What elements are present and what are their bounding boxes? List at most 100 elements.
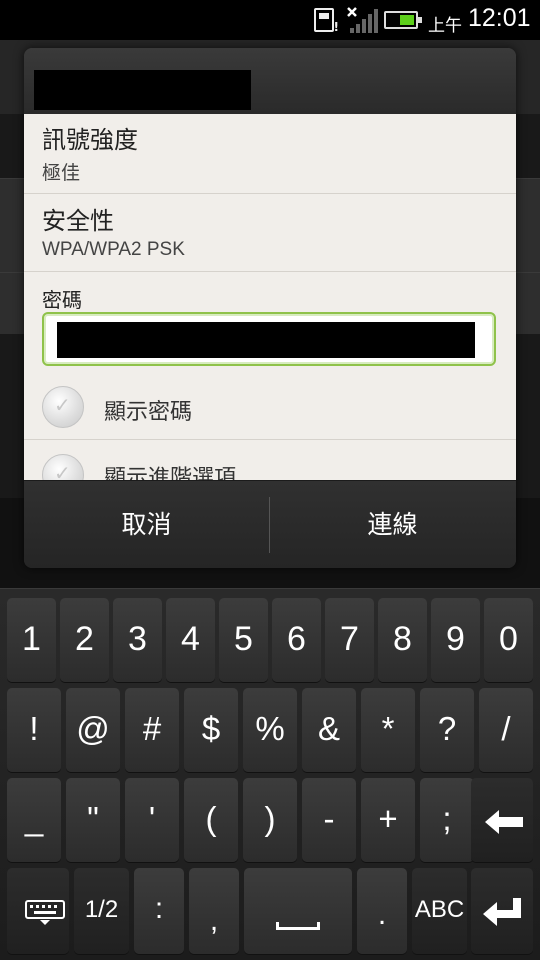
abc-key[interactable]: ABC [412, 868, 467, 954]
key-label: ! [29, 710, 39, 747]
status-ampm: 上午 [428, 16, 462, 36]
key-label: * [381, 710, 395, 747]
dialog-body: 訊號強度 極佳 安全性 WPA/WPA2 PSK 密碼 顯示密碼 顯示進階選項 [24, 114, 516, 480]
key-exclamation[interactable]: ! [7, 688, 61, 772]
key-0[interactable]: 0 [484, 598, 533, 682]
key-label: : [154, 892, 164, 925]
key-3[interactable]: 3 [113, 598, 162, 682]
security-label: 安全性 [42, 207, 114, 235]
key-label: 1 [22, 620, 41, 658]
password-label: 密碼 [42, 288, 82, 312]
key-1[interactable]: 1 [7, 598, 56, 682]
key-label: ABC [414, 896, 465, 923]
show-password-checkbox-row[interactable]: 顯示密碼 [24, 376, 516, 440]
signal-strength-label: 訊號強度 [42, 126, 138, 154]
advanced-options-checkbox-row[interactable]: 顯示進階選項 [24, 444, 516, 480]
security-value: WPA/WPA2 PSK [42, 239, 185, 260]
key-label: $ [201, 710, 221, 747]
key-label: 3 [128, 620, 147, 658]
key-5[interactable]: 5 [219, 598, 268, 682]
key-at[interactable]: @ [66, 688, 120, 772]
key-2[interactable]: 2 [60, 598, 109, 682]
space-key[interactable] [244, 868, 352, 954]
dialog-button-bar: 取消 連線 [24, 480, 516, 568]
key-label: , [209, 904, 219, 937]
key-label: 6 [287, 620, 306, 658]
keyboard-settings-icon [25, 900, 65, 925]
key-9[interactable]: 9 [431, 598, 480, 682]
backspace-key[interactable] [471, 778, 533, 862]
key-4[interactable]: 4 [166, 598, 215, 682]
key-minus[interactable]: - [302, 778, 356, 862]
key-label: & [317, 710, 340, 747]
key-dollar[interactable]: $ [184, 688, 238, 772]
keyboard-settings-key[interactable] [7, 868, 69, 954]
key-label: 8 [393, 620, 412, 658]
key-label: 0 [499, 620, 518, 658]
key-8[interactable]: 8 [378, 598, 427, 682]
wifi-connect-dialog: 訊號強度 極佳 安全性 WPA/WPA2 PSK 密碼 顯示密碼 顯示進階選項 … [24, 48, 516, 568]
key-hash[interactable]: # [125, 688, 179, 772]
key-label: 4 [181, 620, 200, 658]
network-name-redacted [34, 70, 251, 110]
key-colon[interactable]: : [134, 868, 184, 954]
key-6[interactable]: 6 [272, 598, 321, 682]
key-label: # [142, 710, 162, 747]
connect-button[interactable]: 連線 [270, 481, 515, 568]
show-password-label: 顯示密碼 [104, 400, 193, 425]
key-label: ' [148, 800, 156, 837]
key-comma[interactable]: , [189, 868, 239, 954]
key-label: - [323, 800, 335, 837]
key-label: @ [76, 710, 110, 747]
key-period[interactable]: . [357, 868, 407, 954]
key-slash[interactable]: / [479, 688, 533, 772]
status-bar: 上午 12:01 [0, 0, 540, 40]
key-question[interactable]: ? [420, 688, 474, 772]
space-icon [276, 922, 320, 930]
password-input[interactable] [42, 312, 496, 366]
key-label: 7 [340, 620, 359, 658]
enter-icon [483, 898, 521, 926]
key-label: ; [442, 800, 452, 837]
key-label: " [87, 800, 99, 837]
key-7[interactable]: 7 [325, 598, 374, 682]
key-percent[interactable]: % [243, 688, 297, 772]
battery-icon [384, 11, 422, 29]
no-signal-icon [347, 7, 378, 33]
key-semicolon[interactable]: ; [420, 778, 474, 862]
advanced-options-checkbox[interactable] [42, 454, 84, 480]
sd-card-warning-icon [314, 8, 339, 34]
signal-strength-row: 訊號強度 極佳 [24, 114, 516, 194]
key-label: % [255, 710, 285, 747]
key-label: ? [437, 710, 457, 747]
enter-key[interactable] [471, 868, 533, 954]
key-plus[interactable]: + [361, 778, 415, 862]
soft-keyboard: 1 2 3 4 5 6 7 8 9 0 ! @ # $ % & * ? / _ … [0, 588, 540, 960]
key-label: / [501, 710, 511, 747]
key-underscore[interactable]: _ [7, 778, 61, 862]
key-asterisk[interactable]: * [361, 688, 415, 772]
key-open-paren[interactable]: ( [184, 778, 238, 862]
key-label: 9 [446, 620, 465, 658]
dialog-title-bar [24, 48, 516, 114]
key-label: ( [205, 800, 217, 837]
password-value-redacted [57, 322, 475, 358]
status-clock: 12:01 [468, 4, 531, 32]
key-close-paren[interactable]: ) [243, 778, 297, 862]
key-double-quote[interactable]: " [66, 778, 120, 862]
advanced-options-label: 顯示進階選項 [104, 466, 237, 480]
security-row: 安全性 WPA/WPA2 PSK [24, 194, 516, 272]
key-single-quote[interactable]: ' [125, 778, 179, 862]
key-label: ) [264, 800, 276, 837]
key-ampersand[interactable]: & [302, 688, 356, 772]
key-label: 2 [75, 620, 94, 658]
backspace-icon [485, 810, 523, 834]
key-label: + [378, 800, 398, 837]
page-toggle-key[interactable]: 1/2 [74, 868, 129, 954]
signal-strength-value: 極佳 [42, 163, 81, 184]
show-password-checkbox[interactable] [42, 386, 84, 428]
cancel-button[interactable]: 取消 [24, 481, 269, 568]
key-label: 5 [234, 620, 253, 658]
key-label: . [377, 898, 387, 931]
key-label: _ [24, 800, 44, 837]
